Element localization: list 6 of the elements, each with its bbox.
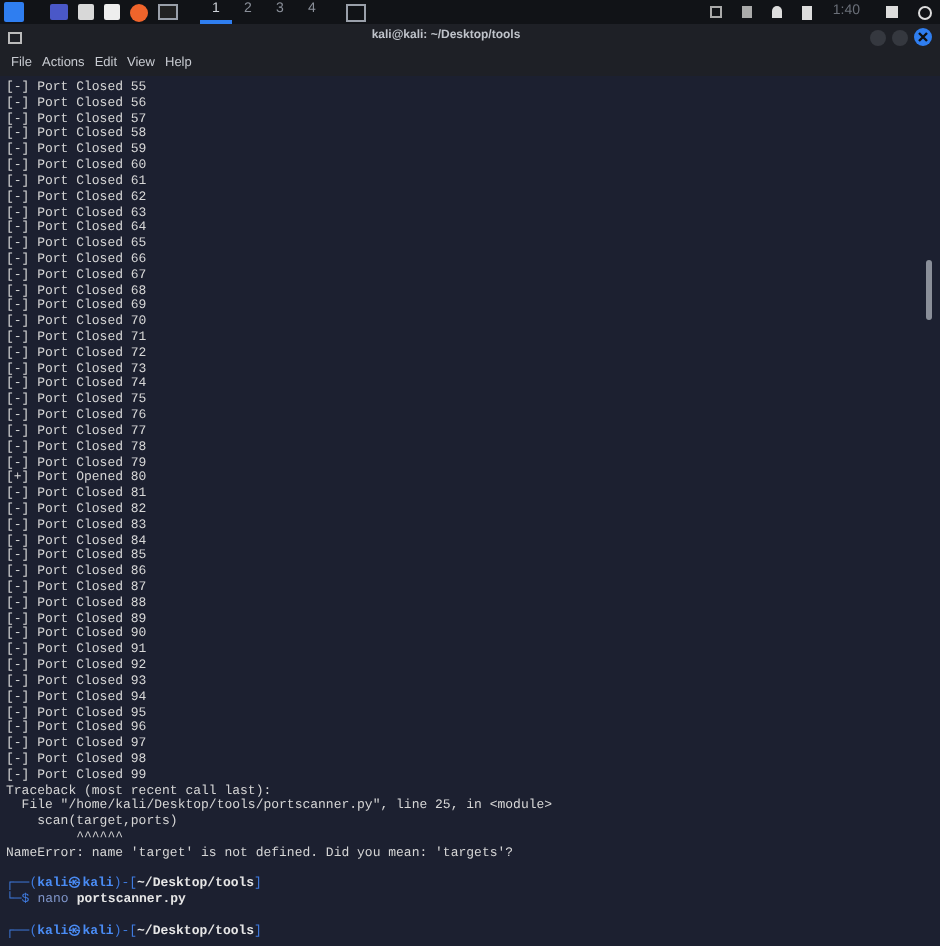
scrollbar-thumb[interactable]	[926, 260, 932, 320]
close-button[interactable]	[914, 28, 932, 46]
terminal-window-icon[interactable]	[346, 3, 366, 21]
close-icon	[918, 32, 928, 42]
terminal-icon	[8, 31, 22, 43]
terminal-icon[interactable]	[158, 4, 178, 20]
